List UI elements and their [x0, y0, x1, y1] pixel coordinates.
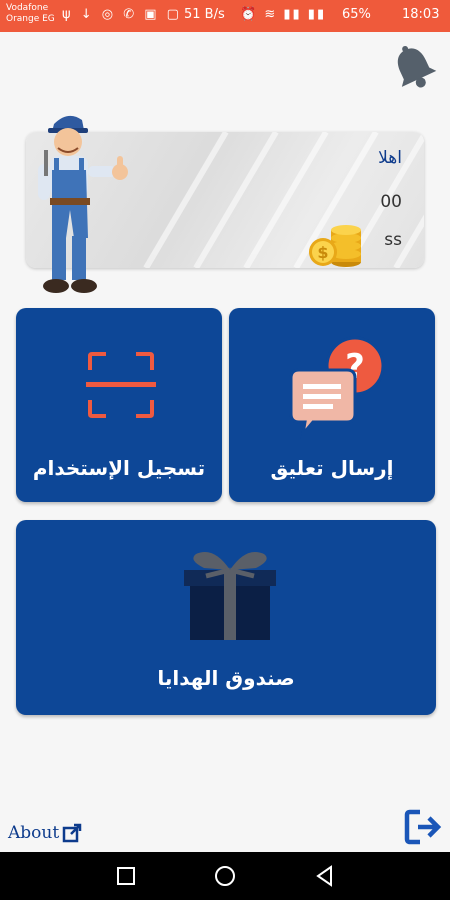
recents-icon[interactable] [114, 864, 138, 888]
send-feedback-button[interactable]: ? إرسال تعليق [229, 308, 435, 502]
status-bar: Vodafone Orange EG ψ ↓ ◎ ✆ ▣ ▢ 51 B/s ⏰ … [0, 0, 450, 32]
network-speed: 51 B/s [184, 7, 225, 22]
external-link-icon[interactable] [62, 823, 82, 843]
chat-question-icon: ? [289, 336, 385, 440]
gift-box-button[interactable]: صندوق الهدايا [16, 520, 436, 715]
about-link[interactable]: About [8, 823, 59, 843]
carrier-line-2: Orange EG [6, 14, 55, 24]
home-icon[interactable] [213, 864, 237, 888]
scan-usage-button[interactable]: تسجيل الإستخدام [16, 308, 222, 502]
carrier-label: Vodafone Orange EG [6, 3, 55, 25]
greeting-text: اهلا [378, 148, 402, 168]
battery-level: 65% [342, 7, 371, 22]
carrier-line-1: Vodafone [6, 3, 49, 13]
bell-icon[interactable] [388, 42, 440, 94]
worker-illustration [38, 115, 128, 293]
send-feedback-label: إرسال تعليق [270, 456, 394, 480]
points-balance: 00 [380, 192, 402, 212]
username-text: ss [384, 230, 402, 250]
clock: 18:03 [402, 7, 440, 22]
coins-icon: $ [309, 225, 361, 267]
notification-icons: ψ ↓ ◎ ✆ ▣ ▢ [62, 7, 182, 22]
logout-icon[interactable] [404, 808, 444, 846]
scan-usage-label: تسجيل الإستخدام [32, 456, 206, 480]
gift-box-icon [184, 552, 276, 640]
gift-box-label: صندوق الهدايا [157, 666, 295, 690]
system-navigation-bar [0, 852, 450, 900]
signal-icons: ⏰ ≋ ▮▮ ▮▮ [240, 7, 327, 22]
scan-frame-icon [86, 352, 156, 418]
svg-text:$: $ [317, 243, 328, 262]
back-icon[interactable] [313, 864, 337, 888]
